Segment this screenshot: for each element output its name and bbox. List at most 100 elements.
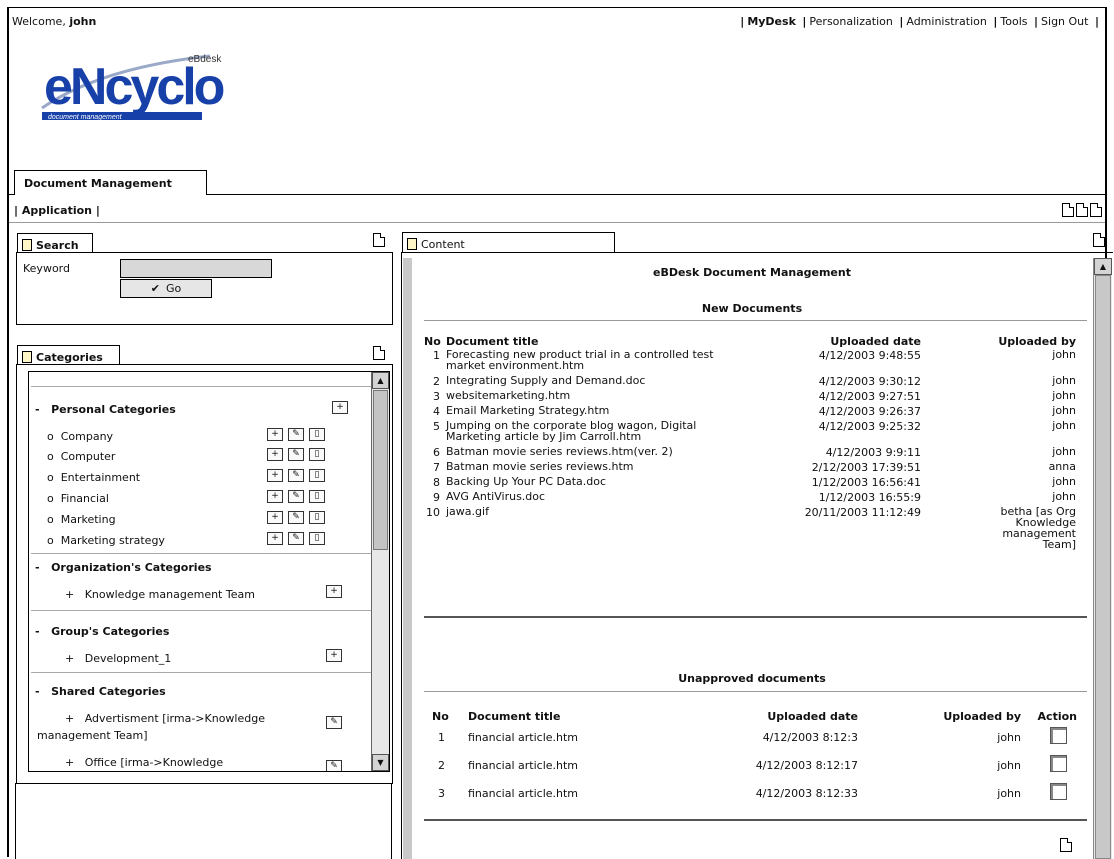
doc-title-link[interactable]: financial article.htm [468, 779, 668, 807]
tab-content[interactable]: Content [402, 232, 615, 252]
application-menu[interactable]: | Application | [14, 204, 100, 217]
edit-icon[interactable]: ✎ [326, 716, 342, 729]
tab-categories[interactable]: Categories [17, 345, 120, 365]
category-computer[interactable]: o Computer [47, 450, 115, 463]
edit-icon[interactable]: ✎ [288, 448, 304, 461]
table-row[interactable]: 1 financial article.htm 4/12/2003 8:12:3 jo… [432, 723, 1077, 751]
add-category-icon[interactable]: + [326, 585, 342, 598]
add-category-icon[interactable]: + [326, 649, 342, 662]
category-knowledge-management-team[interactable]: + Knowledge management Team [65, 588, 255, 601]
delete-icon[interactable]: ▯ [309, 490, 325, 503]
doc-title-link[interactable]: AVG AntiVirus.doc [446, 490, 746, 505]
nav-mydesk[interactable]: MyDesk [747, 15, 796, 28]
approve-checkbox[interactable] [1050, 783, 1067, 800]
category-company[interactable]: o Company [47, 430, 113, 443]
panel-edit-icon[interactable] [1093, 233, 1105, 247]
nav-sign-out[interactable]: Sign Out [1041, 15, 1088, 28]
uploaded-by: betha [as Org Knowledge management Team] [1000, 505, 1076, 551]
scroll-thumb[interactable] [1095, 275, 1111, 859]
approve-checkbox[interactable] [1050, 727, 1067, 744]
new-page-icon[interactable] [1090, 203, 1102, 217]
uploaded-by: john [997, 730, 1021, 744]
copy-page-icon[interactable] [1076, 203, 1088, 217]
table-row[interactable]: 2 Integrating Supply and Demand.doc 4/12/2… [424, 374, 1076, 389]
uploaded-date: 4/12/2003 9:27:51 [818, 390, 921, 403]
category-entertainment[interactable]: o Entertainment [47, 471, 140, 484]
svg-text:document management: document management [48, 114, 123, 121]
table-row[interactable]: 3 financial article.htm 4/12/2003 8:12:33 j… [432, 779, 1077, 807]
table-row[interactable]: 1 Forecasting new product trial in a cont… [424, 348, 1076, 374]
delete-icon[interactable]: ▯ [309, 511, 325, 524]
panel-edit-icon[interactable] [373, 233, 385, 247]
add-icon[interactable]: + [267, 511, 283, 524]
edit-page-icon[interactable] [1062, 203, 1074, 217]
doc-title-link[interactable]: Batman movie series reviews.htm(ver. 2) [446, 445, 746, 460]
delete-icon[interactable]: ▯ [309, 428, 325, 441]
scroll-up-arrow[interactable]: ▲ [372, 372, 389, 389]
doc-title-link[interactable]: Jumping on the corporate blog wagon, Dig… [446, 419, 746, 445]
col-title: Document title [446, 335, 539, 348]
table-row[interactable]: 9 AVG AntiVirus.doc 1/12/2003 16:55:9 john [424, 490, 1076, 505]
tab-document-management[interactable]: Document Management [14, 170, 207, 195]
doc-title-link[interactable]: Integrating Supply and Demand.doc [446, 374, 746, 389]
table-row[interactable]: 6 Batman movie series reviews.htm(ver. 2)… [424, 445, 1076, 460]
category-marketing-strategy[interactable]: o Marketing strategy [47, 534, 165, 547]
table-row[interactable]: 7 Batman movie series reviews.htm 2/12/200… [424, 460, 1076, 475]
category-office[interactable]: + Office [irma->Knowledge [65, 756, 223, 769]
edit-icon[interactable]: ✎ [288, 511, 304, 524]
approve-checkbox[interactable] [1050, 755, 1067, 772]
table-row[interactable]: 3 websitemarketing.htm 4/12/2003 9:27:51 jo… [424, 389, 1076, 404]
delete-icon[interactable]: ▯ [309, 469, 325, 482]
doc-title-link[interactable]: jawa.gif [446, 505, 746, 550]
nav-administration[interactable]: Administration [906, 15, 987, 28]
uploaded-by: john [1052, 490, 1076, 503]
doc-title-link[interactable]: financial article.htm [468, 751, 668, 779]
go-button[interactable]: ✔ Go [120, 279, 212, 298]
doc-title-link[interactable]: financial article.htm [468, 723, 668, 751]
table-row[interactable]: 2 financial article.htm 4/12/2003 8:12:17 j… [432, 751, 1077, 779]
col-title: Document title [468, 710, 561, 723]
scroll-up-arrow[interactable]: ▲ [1094, 258, 1112, 275]
edit-icon[interactable]: ✎ [288, 428, 304, 441]
delete-icon[interactable]: ▯ [309, 448, 325, 461]
add-icon[interactable]: + [267, 469, 283, 482]
scroll-thumb[interactable] [373, 390, 388, 550]
scroll-down-arrow[interactable]: ▼ [372, 754, 389, 771]
edit-icon[interactable]: ✎ [288, 469, 304, 482]
category-financial[interactable]: o Financial [47, 492, 109, 505]
category-advertisment[interactable]: + Advertisment [irma->Knowledge [65, 712, 265, 725]
doc-title-link[interactable]: Batman movie series reviews.htm [446, 460, 746, 475]
add-icon[interactable]: + [267, 490, 283, 503]
content-scrollbar[interactable]: ▲ [1093, 258, 1112, 859]
row-no: 2 [433, 375, 440, 388]
add-icon[interactable]: + [267, 532, 283, 545]
doc-title-link[interactable]: Forecasting new product trial in a contr… [446, 348, 746, 374]
doc-title-link[interactable]: Email Marketing Strategy.htm [446, 404, 746, 419]
edit-icon[interactable]: ✎ [288, 532, 304, 545]
category-marketing[interactable]: o Marketing [47, 513, 116, 526]
table-row[interactable]: 8 Backing Up Your PC Data.doc 1/12/2003 16… [424, 475, 1076, 490]
category-development-1[interactable]: + Development_1 [65, 652, 171, 665]
nav-personalization[interactable]: Personalization [809, 15, 892, 28]
page-icon [22, 351, 32, 363]
nav-tools[interactable]: Tools [1000, 15, 1027, 28]
welcome-text: Welcome, john [12, 15, 97, 28]
table-row[interactable]: 10 jawa.gif 20/11/2003 11:12:49 betha [as O… [424, 505, 1076, 550]
panel-edit-icon[interactable] [373, 346, 385, 360]
doc-title-link[interactable]: Backing Up Your PC Data.doc [446, 475, 746, 490]
add-category-icon[interactable]: + [332, 401, 348, 414]
doc-title-link[interactable]: websitemarketing.htm [446, 389, 746, 404]
delete-icon[interactable]: ▯ [309, 532, 325, 545]
edit-icon[interactable]: ✎ [288, 490, 304, 503]
table-row[interactable]: 5 Jumping on the corporate blog wagon, Di… [424, 419, 1076, 445]
keyword-input[interactable] [120, 259, 272, 278]
edit-page-icon[interactable] [1060, 838, 1072, 852]
tab-search[interactable]: Search [17, 233, 93, 253]
edit-icon[interactable]: ✎ [326, 760, 342, 771]
add-icon[interactable]: + [267, 448, 283, 461]
add-icon[interactable]: + [267, 428, 283, 441]
content-title: eBDesk Document Management [653, 266, 851, 279]
table-row[interactable]: 4 Email Marketing Strategy.htm 4/12/2003 9… [424, 404, 1076, 419]
categories-scrollbar[interactable]: ▲ ▼ [371, 372, 389, 771]
keyword-label: Keyword [23, 262, 70, 275]
